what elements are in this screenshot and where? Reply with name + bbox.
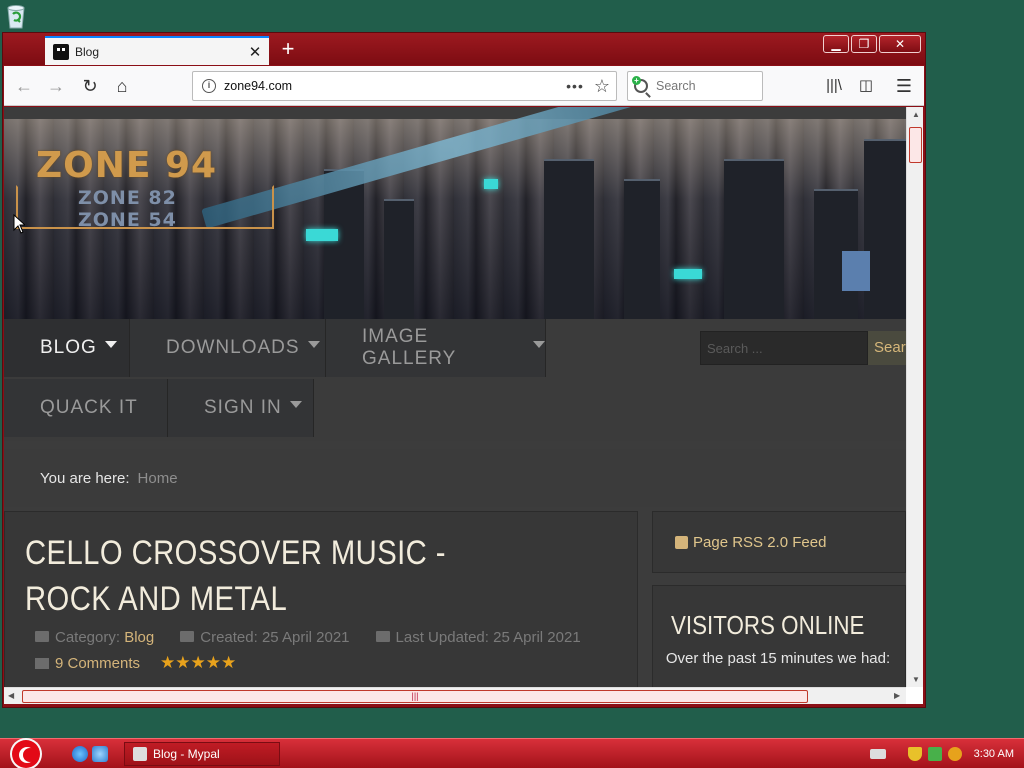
home-icon[interactable]: ⌂ [108, 72, 136, 100]
horizontal-scrollbar[interactable]: ◀ ||| ▶ [4, 687, 906, 704]
navigation-toolbar: ← → ↻ ⌂ i zone94.com ••• ☆ + Search |||\… [4, 66, 924, 106]
logo-main-text: ZONE 94 [36, 145, 218, 186]
rss-link[interactable]: Page RSS 2.0 Feed [693, 534, 826, 551]
site-search-button[interactable]: Search [868, 331, 906, 365]
restore-icon: ❐ [858, 37, 870, 51]
site-favicon-icon [53, 43, 69, 60]
browser-window: Blog ✕ + ▁ ❐ ✕ ← → ↻ ⌂ i zone94.com ••• … [2, 32, 926, 708]
mypal-icon [133, 747, 147, 761]
close-icon: ✕ [894, 37, 906, 51]
internet-explorer-icon[interactable] [72, 746, 88, 762]
breadcrumb: You are here: Home [4, 449, 906, 507]
browser-quicklaunch-icon[interactable] [92, 746, 108, 762]
scroll-left-icon[interactable]: ◀ [8, 691, 14, 700]
visitors-text: Over the past 15 minutes we had: [665, 650, 891, 667]
comments-link[interactable]: 9 Comments [55, 655, 140, 672]
menu-item-downloads[interactable]: DOWNLOADS [130, 319, 326, 377]
main-menu: BLOG DOWNLOADS IMAGE GALLERY QUACK IT SI… [4, 319, 906, 441]
site-logo[interactable]: ZONE 94 ZONE 82 ZONE 54 [16, 145, 276, 237]
minimize-button[interactable]: ▁ [823, 35, 849, 53]
vertical-scrollbar[interactable]: ▲ ▼ [906, 107, 923, 687]
search-tray-icon[interactable] [947, 747, 962, 761]
site-banner: ZONE 94 ZONE 82 ZONE 54 [4, 107, 906, 319]
category-link[interactable]: Blog [124, 629, 154, 646]
hamburger-menu-icon[interactable]: ☰ [890, 72, 918, 100]
article-card: CELLO CROSSOVER MUSIC - ROCK AND METAL C… [4, 511, 638, 687]
keyboard-icon[interactable] [869, 749, 886, 759]
menu-item-blog[interactable]: BLOG [4, 319, 130, 377]
visitors-module: VISITORS ONLINE Over the past 15 minutes… [652, 585, 906, 687]
mouse-cursor-icon [13, 214, 25, 234]
page-actions-icon[interactable]: ••• [566, 78, 584, 94]
close-tab-icon[interactable]: ✕ [245, 43, 265, 61]
back-icon[interactable]: ← [10, 72, 38, 100]
minimize-icon: ▁ [831, 37, 841, 51]
maximize-button[interactable]: ❐ [851, 35, 877, 53]
updated-date: Last Updated: 25 April 2021 [395, 629, 581, 646]
menu-item-label: SIGN IN [204, 397, 282, 418]
caret-down-icon [533, 340, 545, 348]
horizontal-scroll-thumb[interactable]: ||| [22, 690, 808, 703]
tab-blog[interactable]: Blog ✕ [45, 36, 269, 65]
logo-sub-text: ZONE 54 [78, 209, 177, 231]
category-label: Category: [55, 629, 121, 646]
taskbar-item-blog[interactable]: Blog - Mypal [124, 742, 280, 766]
reload-icon[interactable]: ↻ [76, 72, 104, 100]
breadcrumb-home: Home [137, 469, 178, 487]
caret-down-icon [289, 400, 302, 408]
url-bar[interactable]: i zone94.com ••• ☆ [192, 71, 617, 101]
bookmark-star-icon[interactable]: ☆ [594, 76, 610, 97]
visitors-title: VISITORS ONLINE [671, 610, 865, 640]
caret-down-icon [104, 340, 117, 348]
site-search-input[interactable]: Search ... [700, 331, 868, 365]
breadcrumb-label: You are here: [40, 469, 130, 487]
tab-title: Blog [75, 44, 100, 59]
network-icon[interactable] [927, 747, 942, 761]
page-viewport: ZONE 94 ZONE 82 ZONE 54 BLOG DOWNLOADS I… [4, 107, 906, 687]
menu-item-label: DOWNLOADS [166, 337, 300, 358]
menu-item-quack-it[interactable]: QUACK IT [4, 379, 168, 437]
close-window-button[interactable]: ✕ [879, 35, 921, 53]
vertical-scroll-thumb[interactable] [909, 127, 922, 163]
menu-item-label: BLOG [40, 337, 97, 358]
sidebar-icon[interactable]: ◫ [852, 72, 880, 100]
rss-module: Page RSS 2.0 Feed [652, 511, 906, 573]
clock[interactable]: 3:30 AM [974, 748, 1014, 760]
title-bar: Blog ✕ + ▁ ❐ ✕ [3, 33, 925, 65]
folder-icon [35, 631, 49, 642]
taskbar: Blog - Mypal 3:30 AM [0, 738, 1024, 768]
browser-search-input[interactable]: + Search [627, 71, 763, 101]
menu-item-label: QUACK IT [40, 397, 138, 418]
forward-icon[interactable]: → [42, 72, 70, 100]
site-info-icon[interactable]: i [202, 79, 216, 93]
calendar-icon [180, 631, 195, 642]
menu-item-image-gallery[interactable]: IMAGE GALLERY [326, 319, 546, 377]
calendar-icon [375, 631, 390, 642]
search-placeholder: Search [656, 79, 696, 93]
start-button[interactable] [10, 739, 50, 768]
system-tray: 3:30 AM [869, 739, 1024, 768]
comment-icon [35, 657, 49, 669]
library-icon[interactable]: |||\ [820, 72, 848, 100]
article-meta: Category: Blog Created: 25 April 2021 La… [35, 629, 581, 646]
scroll-up-icon[interactable]: ▲ [912, 110, 920, 119]
search-engine-icon: + [632, 76, 648, 93]
shield-icon[interactable] [907, 747, 922, 761]
scroll-right-icon[interactable]: ▶ [894, 691, 900, 700]
scroll-down-icon[interactable]: ▼ [912, 675, 920, 684]
rss-icon [675, 535, 688, 549]
url-text[interactable]: zone94.com [224, 79, 566, 93]
menu-item-sign-in[interactable]: SIGN IN [168, 379, 314, 437]
logo-sub-text: ZONE 82 [78, 187, 177, 209]
article-title[interactable]: CELLO CROSSOVER MUSIC - ROCK AND METAL [25, 530, 507, 622]
created-date: Created: 25 April 2021 [200, 629, 350, 646]
recycle-bin-icon[interactable] [2, 2, 30, 30]
new-tab-button[interactable]: + [275, 37, 301, 61]
caret-down-icon [307, 340, 320, 348]
taskbar-item-label: Blog - Mypal [153, 747, 220, 761]
rating-stars[interactable]: ★★★★★ [160, 653, 236, 673]
menu-item-label: IMAGE GALLERY [362, 326, 457, 369]
